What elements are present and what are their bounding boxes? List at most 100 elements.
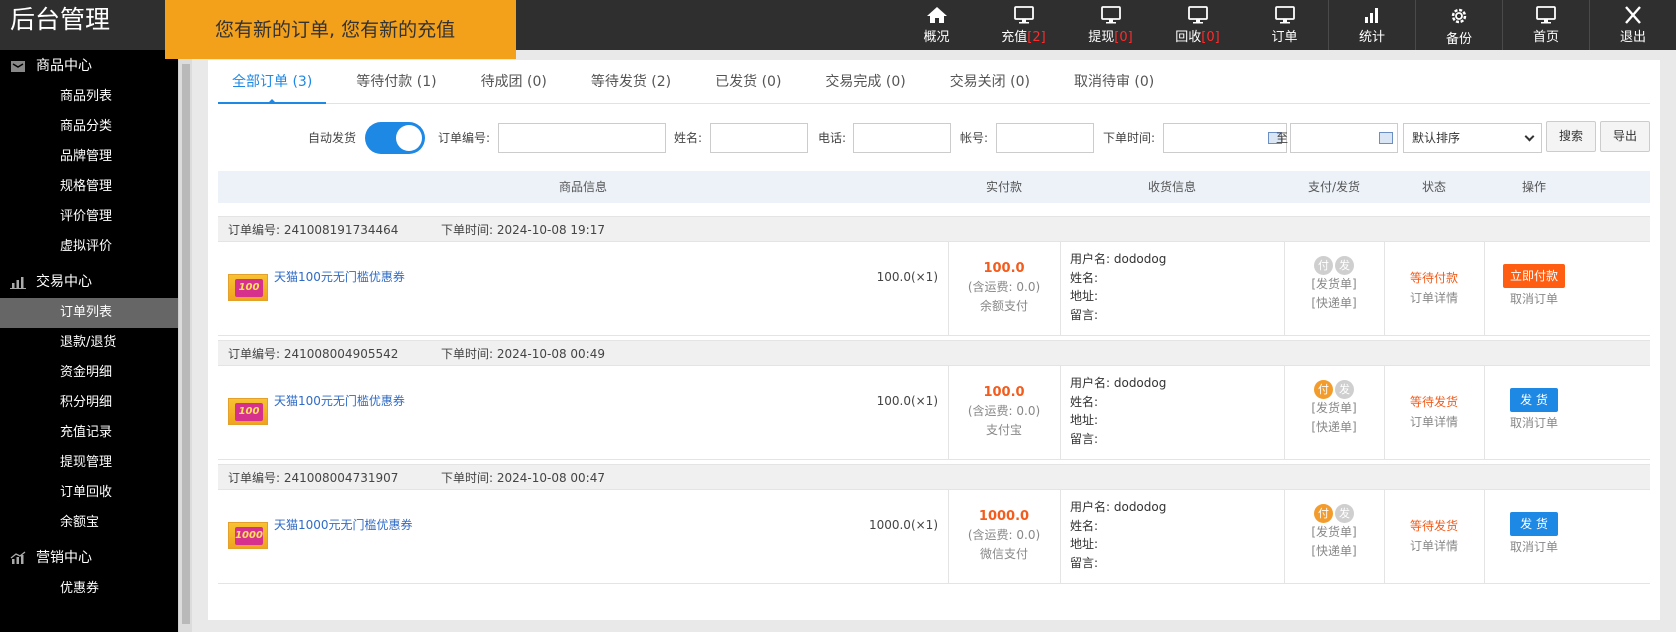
actions-cell: 立即付款 取消订单	[1484, 242, 1584, 336]
th-paid: 实付款	[985, 180, 1022, 194]
nav-overview[interactable]: 概况	[893, 0, 980, 50]
nav-withdraw[interactable]: 提现[0]	[1067, 0, 1154, 50]
sidebar-item-virtual-review[interactable]: 虚拟评价	[0, 232, 178, 262]
express-slip-link[interactable]: [快递单]	[1284, 294, 1384, 313]
order-time: 下单时间: 2024-10-08 00:47	[441, 471, 605, 485]
receiver-message: 留言:	[1070, 431, 1099, 446]
sidebar-section-goods[interactable]: 商品中心	[0, 50, 178, 82]
status-cell: 等待发货 订单详情	[1384, 366, 1484, 460]
sidebar-item-spec[interactable]: 规格管理	[0, 172, 178, 202]
shipping-slip-link[interactable]: [发货单]	[1284, 523, 1384, 542]
order-tabs: 全部订单 (3) 等待付款 (1) 待成团 (0) 等待发货 (2) 已发货 (…	[218, 60, 1650, 104]
price-qty: 100.0(×1)	[876, 270, 938, 284]
ship-button[interactable]: 发 货	[1510, 388, 1558, 412]
receiver-address: 地址:	[1070, 537, 1099, 551]
payment-cell: 1000.0 (含运费: 0.0) 微信支付	[948, 490, 1060, 584]
order-detail-link[interactable]: 订单详情	[1384, 287, 1484, 309]
express-slip-link[interactable]: [快递单]	[1284, 542, 1384, 561]
sort-select[interactable]: 默认排序	[1403, 123, 1542, 153]
sidebar-item-yuebao[interactable]: 余额宝	[0, 508, 178, 538]
order-number: 订单编号: 241008004731907	[228, 471, 399, 485]
scrollbar-thumb[interactable]	[182, 64, 190, 624]
nav-stats[interactable]: 统计	[1328, 0, 1415, 50]
sidebar-section-trade[interactable]: 交易中心	[0, 266, 178, 298]
tab-closed[interactable]: 交易关闭 (0)	[936, 60, 1044, 104]
sidebar-section-marketing[interactable]: 营销中心	[0, 542, 178, 574]
order-detail-link[interactable]: 订单详情	[1384, 411, 1484, 433]
pay-now-button[interactable]: 立即付款	[1502, 264, 1565, 288]
sidebar-item-recharge-records[interactable]: 充值记录	[0, 418, 178, 448]
status-cell: 等待付款 订单详情	[1384, 242, 1484, 336]
tab-awaiting-payment[interactable]: 等待付款 (1)	[342, 60, 450, 104]
nav-home[interactable]: 首页	[1502, 0, 1589, 50]
nav-recycle[interactable]: 回收[0]	[1154, 0, 1241, 50]
export-button[interactable]: 导出	[1600, 121, 1650, 152]
product-thumbnail[interactable]: 100	[228, 398, 268, 425]
order-no-input[interactable]	[498, 123, 666, 153]
start-date-input[interactable]	[1163, 123, 1287, 153]
receiver-name: 姓名:	[1070, 518, 1099, 533]
nav-recharge[interactable]: 充值[2]	[980, 0, 1067, 50]
tab-all-orders[interactable]: 全部订单 (3)	[218, 60, 327, 104]
sidebar-item-order-list[interactable]: 订单列表	[0, 298, 178, 328]
box-icon	[11, 61, 25, 72]
sidebar-item-product-category[interactable]: 商品分类	[0, 112, 178, 142]
nav-orders[interactable]: 订单	[1241, 0, 1328, 50]
sidebar-item-brand[interactable]: 品牌管理	[0, 142, 178, 172]
ship-status-badge: 发	[1335, 256, 1354, 275]
auto-ship-toggle[interactable]	[365, 122, 425, 154]
sidebar-item-refund[interactable]: 退款/退货	[0, 328, 178, 358]
product-link[interactable]: 天猫1000元无门槛优惠券	[274, 516, 413, 533]
th-receiver: 收货信息	[1147, 180, 1196, 194]
divider	[1060, 490, 1061, 584]
express-slip-link[interactable]: [快递单]	[1284, 418, 1384, 437]
phone-input[interactable]	[853, 123, 951, 153]
sidebar-item-coupon[interactable]: 优惠券	[0, 574, 178, 604]
tab-awaiting-shipment[interactable]: 等待发货 (2)	[577, 60, 685, 104]
sidebar-item-review[interactable]: 评价管理	[0, 202, 178, 232]
sidebar-item-product-list[interactable]: 商品列表	[0, 82, 178, 112]
phone-label: 电话:	[818, 131, 847, 145]
th-status: 状态	[1421, 180, 1446, 194]
new-order-notice[interactable]: 您有新的订单, 您有新的充值	[165, 0, 516, 59]
ship-status-badge: 发	[1335, 380, 1354, 399]
tab-completed[interactable]: 交易完成 (0)	[811, 60, 919, 104]
receiver-message: 留言:	[1070, 307, 1099, 322]
product-thumbnail[interactable]: 1000	[228, 522, 268, 549]
shipping-fee: (含运费: 0.0)	[967, 404, 1041, 418]
name-input[interactable]	[710, 123, 808, 153]
home-icon	[926, 7, 947, 23]
product-link[interactable]: 天猫100元无门槛优惠券	[274, 392, 405, 409]
nav-backup[interactable]: 备份	[1415, 0, 1502, 50]
nav-logout[interactable]: 退出	[1589, 0, 1676, 50]
shipping-slip-link[interactable]: [发货单]	[1284, 275, 1384, 294]
to-label: 至	[1276, 131, 1289, 145]
end-date-input[interactable]	[1290, 123, 1398, 153]
ship-status-badge: 发	[1335, 504, 1354, 523]
product-link[interactable]: 天猫100元无门槛优惠券	[274, 268, 405, 285]
payment-cell: 100.0 (含运费: 0.0) 支付宝	[948, 366, 1060, 460]
tab-shipped[interactable]: 已发货 (0)	[701, 60, 795, 104]
cancel-order-link[interactable]: 取消订单	[1484, 288, 1584, 310]
tab-pending-group[interactable]: 待成团 (0)	[467, 60, 561, 104]
cancel-order-link[interactable]: 取消订单	[1484, 536, 1584, 558]
calendar-icon[interactable]	[1379, 132, 1393, 144]
order-row: 订单编号: 241008191734464 下单时间: 2024-10-08 1…	[218, 216, 1650, 336]
pay-status-badge: 付	[1314, 256, 1333, 275]
order-detail-link[interactable]: 订单详情	[1384, 535, 1484, 557]
order-row: 订单编号: 241008004731907 下单时间: 2024-10-08 0…	[218, 464, 1650, 584]
shipping-slip-link[interactable]: [发货单]	[1284, 399, 1384, 418]
sidebar-item-funds[interactable]: 资金明细	[0, 358, 178, 388]
tab-cancel-review[interactable]: 取消待审 (0)	[1060, 60, 1168, 104]
product-thumbnail[interactable]: 100	[228, 274, 268, 301]
top-nav: 概况 充值[2] 提现[0] 回收[0] 订单 统计 备份 首页 退出	[893, 0, 1676, 50]
sidebar-scrollbar[interactable]	[178, 50, 192, 632]
cancel-order-link[interactable]: 取消订单	[1484, 412, 1584, 434]
search-button[interactable]: 搜索	[1546, 121, 1596, 152]
account-input[interactable]	[996, 123, 1094, 153]
sidebar-item-withdraw[interactable]: 提现管理	[0, 448, 178, 478]
order-number: 订单编号: 241008191734464	[228, 223, 399, 237]
ship-button[interactable]: 发 货	[1510, 512, 1558, 536]
sidebar-item-order-recycle[interactable]: 订单回收	[0, 478, 178, 508]
sidebar-item-points[interactable]: 积分明细	[0, 388, 178, 418]
